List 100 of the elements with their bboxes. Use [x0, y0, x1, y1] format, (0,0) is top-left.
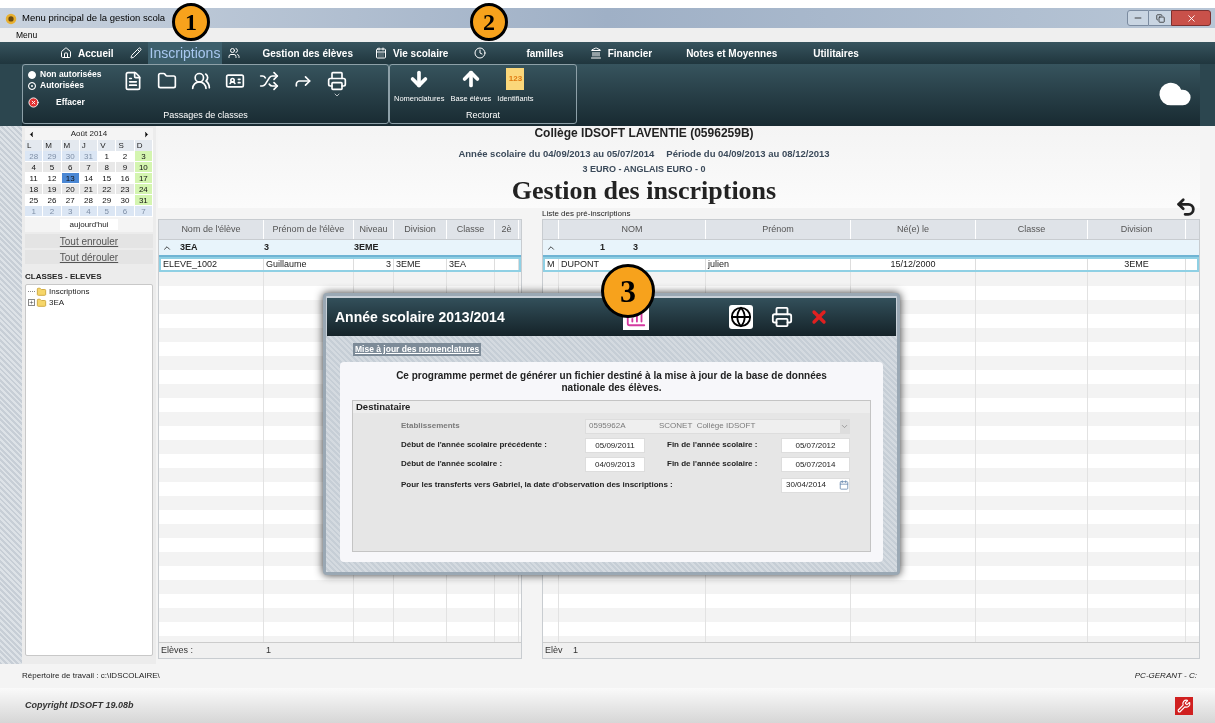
calendar-day[interactable]: 12 — [43, 173, 62, 184]
field-label: Début de l'année scolaire : — [401, 458, 504, 471]
column-header[interactable]: Classe — [976, 220, 1088, 239]
date-field[interactable]: 05/07/2014 — [781, 456, 850, 472]
calendar-day[interactable]: 19 — [43, 184, 62, 195]
collapse-all-link[interactable]: Tout enrouler — [25, 234, 153, 248]
users-icon-button[interactable] — [190, 71, 212, 91]
home-icon — [60, 47, 72, 59]
calendar-day[interactable]: 5 — [43, 162, 62, 173]
tree-item[interactable]: 3EA — [49, 296, 65, 309]
window-title: Menu principal de la gestion scola — [22, 10, 166, 25]
shuffle-icon-button[interactable] — [258, 71, 280, 91]
calendar-day[interactable]: 1 — [98, 151, 117, 162]
nav-tab[interactable]: Utilitaires — [813, 45, 859, 61]
calendar-day[interactable]: 26 — [43, 195, 62, 206]
document-icon — [123, 71, 143, 91]
column-header[interactable]: Nom de l'élève — [159, 220, 264, 239]
expand-all-link[interactable]: Tout dérouler — [25, 250, 153, 264]
globe-icon[interactable] — [728, 305, 753, 329]
app-logo-icon — [4, 11, 18, 25]
today-button[interactable]: aujourd'hui — [59, 219, 119, 230]
id-card-icon — [225, 71, 245, 91]
calendar-day[interactable]: 23 — [116, 184, 135, 195]
dialog-title: Année scolaire 2013/2014 — [335, 307, 505, 327]
column-header[interactable]: Prénom de l'élève — [264, 220, 354, 239]
folder-icon — [36, 297, 47, 308]
field-label: Fin de l'année scolaire : — [666, 458, 759, 471]
table-cell: Guillaume — [266, 259, 307, 269]
calendar-day[interactable]: 7 — [79, 162, 99, 173]
date-field[interactable]: 05/07/2012 — [781, 437, 850, 453]
footer-label: Elèv — [544, 643, 564, 657]
column-header[interactable]: Prénom — [706, 220, 851, 239]
group-value: 3 — [264, 240, 270, 254]
column-header[interactable]: Division — [1088, 220, 1186, 239]
print-icon-button[interactable] — [326, 71, 348, 99]
dropdown-caret-icon — [333, 91, 341, 99]
print-icon[interactable] — [770, 306, 793, 328]
weekday-label: D — [134, 140, 153, 151]
calendar-day[interactable]: 4 — [25, 162, 44, 173]
date-picker-field[interactable]: 30/04/2014 — [781, 477, 850, 493]
column-header[interactable]: 2è — [495, 220, 519, 239]
column-header[interactable]: NOM — [559, 220, 706, 239]
table-row[interactable]: M DUPONT julien 15/12/2000 3EME — [543, 257, 1199, 272]
calendar-day[interactable]: 9 — [116, 162, 135, 173]
group-value: 3EA — [180, 240, 199, 254]
column-header[interactable]: Niveau — [354, 220, 394, 239]
shuffle-icon — [259, 71, 279, 91]
weekday-label: L — [25, 140, 44, 151]
column-header[interactable]: Né(e) le — [851, 220, 976, 239]
calendar-day[interactable]: 6 — [61, 162, 80, 173]
working-directory: Répertoire de travail : c:\IDSCOLAIRE\ — [22, 670, 160, 682]
close-button[interactable] — [1171, 10, 1211, 26]
tree-title: CLASSES - ELEVES — [25, 271, 103, 283]
bank-icon — [589, 47, 602, 59]
group-row[interactable]: 3EA 3 3EME — [159, 240, 521, 257]
radio-option[interactable]: Autorisées — [28, 80, 118, 91]
pencil-icon — [129, 47, 142, 59]
tools-icon[interactable] — [1175, 696, 1193, 715]
nav-tab[interactable]: Notes et Moyennes — [686, 45, 778, 61]
school-year: Année scolaire du 04/09/2013 au 05/07/2014 — [458, 147, 655, 161]
id-card-icon-button[interactable] — [224, 71, 246, 91]
machine-name: PC-GERANT - C: — [1134, 670, 1197, 682]
period: Période du 04/09/2013 au 08/12/2013 — [666, 147, 830, 161]
nav-tab[interactable]: Vie scolaire — [393, 45, 449, 61]
nav-tab[interactable]: Financier — [607, 45, 653, 61]
clear-icon — [28, 96, 39, 108]
table-cell: DUPONT — [561, 259, 599, 269]
restore-button[interactable] — [1149, 10, 1171, 26]
calendar-month: Août 2014 — [69, 128, 109, 140]
nav-tab[interactable]: Inscriptions — [147, 42, 223, 64]
radio-option[interactable]: Non autorisées — [28, 69, 118, 80]
nav-tab[interactable]: Accueil — [78, 45, 114, 61]
back-icon[interactable] — [1174, 196, 1198, 218]
intro-text: Ce programme permet de générer un fichier destiné à la mise à jour de la base de données nationale des élèves. — [395, 369, 828, 394]
date-field[interactable]: 05/09/2011 — [585, 437, 645, 453]
column-header[interactable]: Division — [394, 220, 447, 239]
nav-tab[interactable]: Gestion des élèves — [262, 45, 353, 61]
weekday-label: M — [43, 140, 62, 151]
calendar-day[interactable]: 3 — [134, 151, 153, 162]
calendar-day[interactable]: 17 — [134, 173, 153, 184]
clear-button[interactable]: Effacer — [28, 96, 118, 108]
column-header[interactable]: Classe — [447, 220, 495, 239]
table-row[interactable]: ELEVE_1002 Guillaume 3 3EME 3EA — [159, 257, 521, 272]
calendar-day[interactable]: 16 — [116, 173, 135, 184]
folder-icon-button[interactable] — [156, 71, 178, 91]
expand-icon[interactable] — [28, 299, 35, 306]
tree-item[interactable]: Inscriptions — [49, 285, 90, 298]
previous-month-icon[interactable] — [27, 129, 36, 139]
calendar-day[interactable]: 2 — [116, 151, 135, 162]
date-field[interactable]: 04/09/2013 — [585, 456, 645, 472]
next-month-icon[interactable] — [142, 129, 151, 139]
print-icon — [327, 71, 347, 91]
option-label: 3 EURO - ANGLAIS EURO - 0 — [582, 163, 706, 177]
dropdown-caret-icon — [840, 419, 849, 433]
group-row[interactable]: 1 3 — [543, 240, 1199, 257]
school-name: Collège IDSOFT LAVENTIE (0596259B) — [534, 126, 754, 141]
menu-item[interactable]: Menu — [16, 28, 38, 42]
table-cell: 3EA — [449, 259, 466, 269]
field-label: Début de l'année scolaire précédente : — [401, 439, 548, 452]
nav-tab[interactable]: familles — [526, 45, 564, 61]
